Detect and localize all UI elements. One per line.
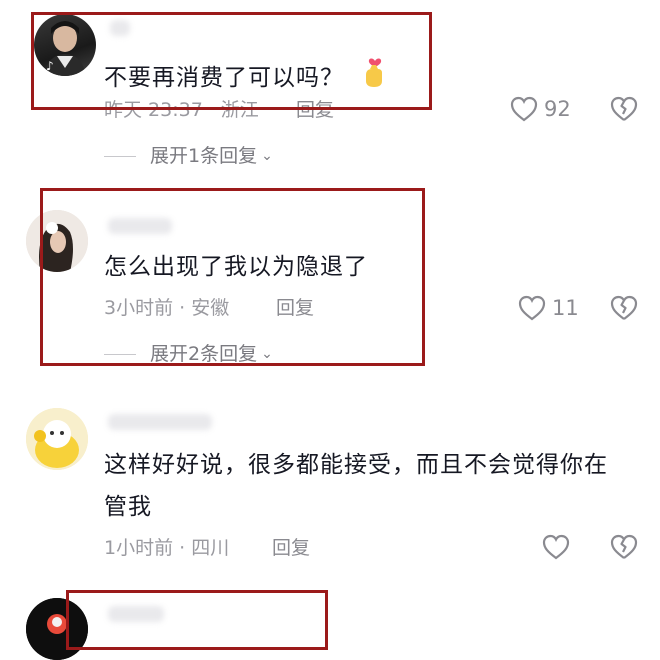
highlight-box (40, 188, 425, 366)
broken-heart-icon (610, 96, 638, 121)
expand-replies-label: 展开1条回复 (150, 145, 258, 167)
comment-text: 这样好好说，很多都能接受，而且不会觉得你在 管我 (104, 446, 644, 526)
comment-text-line-2: 管我 (104, 494, 152, 520)
like-button[interactable]: 11 (518, 295, 579, 321)
expand-replies-button[interactable]: 展开1条回复 ⌄ (104, 144, 273, 168)
like-count: 11 (552, 296, 579, 320)
divider (104, 155, 136, 157)
comment-meta: 1小时前 · 四川 (104, 537, 230, 559)
heart-icon (510, 96, 538, 122)
dislike-button[interactable] (610, 534, 638, 564)
chevron-down-icon: ⌄ (261, 148, 273, 164)
highlight-box (31, 12, 432, 110)
broken-heart-icon (610, 295, 638, 320)
comment-text-line-1: 这样好好说，很多都能接受，而且不会觉得你在 (104, 452, 608, 478)
broken-heart-icon (610, 534, 638, 559)
like-button[interactable] (542, 534, 576, 560)
heart-icon (518, 295, 546, 321)
highlight-box (66, 590, 328, 650)
like-count: 92 (544, 97, 571, 121)
username-blurred[interactable] (108, 414, 212, 430)
dislike-button[interactable] (610, 295, 638, 325)
avatar-yellow-plush-icon (26, 408, 88, 470)
like-button[interactable]: 92 (510, 96, 571, 122)
dislike-button[interactable] (610, 96, 638, 126)
avatar[interactable] (26, 408, 88, 470)
reply-button[interactable]: 回复 (272, 536, 310, 560)
heart-icon (542, 534, 570, 560)
